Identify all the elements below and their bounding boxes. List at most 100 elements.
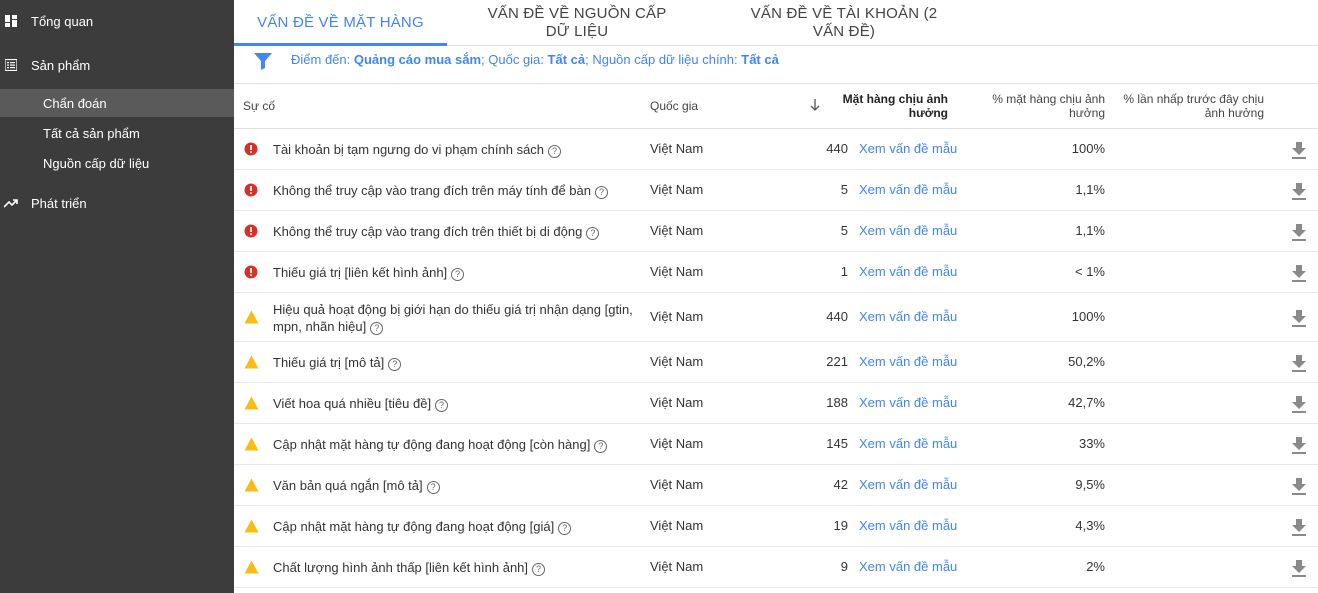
filter-feed-label: ; Nguồn cấp dữ liệu chính: xyxy=(585,52,738,67)
view-examples-link[interactable]: Xem vấn đề mẫu xyxy=(859,264,957,279)
issue-name: Tài khoản bị tạm ngưng do vi phạm chính … xyxy=(273,141,643,158)
issue-name: Viết hoa quá nhiều [tiêu đề]? xyxy=(273,395,643,412)
download-icon[interactable] xyxy=(1291,182,1307,200)
dashboard-icon xyxy=(4,14,18,28)
download-icon[interactable] xyxy=(1291,559,1307,577)
table-row[interactable]: Cập nhật mặt hàng tự động đang hoạt động… xyxy=(234,506,1318,547)
table-row[interactable]: Hiệu quả hoạt động bị giới hạn do thiếu … xyxy=(234,293,1318,342)
sidebar-item-diagnostics[interactable]: Chẩn đoán xyxy=(0,89,234,117)
view-examples-link[interactable]: Xem vấn đề mẫu xyxy=(859,141,957,156)
country-cell: Việt Nam xyxy=(650,354,704,369)
pct-affected: 33% xyxy=(1078,436,1105,451)
nav-item-overview[interactable]: Tổng quan xyxy=(0,12,234,30)
help-icon[interactable]: ? xyxy=(594,186,608,199)
issue-name: Cập nhật mặt hàng tự động đang hoạt động… xyxy=(273,436,643,453)
download-icon[interactable] xyxy=(1291,223,1307,241)
help-icon[interactable]: ? xyxy=(370,322,384,335)
download-icon[interactable] xyxy=(1291,518,1307,536)
download-icon[interactable] xyxy=(1291,264,1307,282)
download-icon[interactable] xyxy=(1291,141,1307,159)
table-row[interactable]: Chất lượng hình ảnh thấp [liên kết hình … xyxy=(234,547,1318,588)
warning-icon xyxy=(244,519,259,533)
issue-name: Cập nhật mặt hàng tự động đang hoạt động… xyxy=(273,518,643,535)
tab-item-issues[interactable]: VẤN ĐỀ VỀ MẶT HÀNG xyxy=(234,0,447,46)
issue-label: Chất lượng hình ảnh thấp [liên kết hình … xyxy=(273,560,529,575)
sidebar-item-all-products[interactable]: Tất cả sản phẩm xyxy=(0,119,234,147)
column-header-pct-affected[interactable]: % mặt hàng chịu ảnh hưởng xyxy=(984,92,1105,120)
column-header-country[interactable]: Quốc gia xyxy=(650,99,698,113)
help-icon[interactable]: ? xyxy=(426,481,440,494)
issue-label: Thiếu giá trị [liên kết hình ảnh] xyxy=(273,265,448,280)
view-examples-link[interactable]: Xem vấn đề mẫu xyxy=(859,559,957,574)
help-icon[interactable]: ? xyxy=(388,358,402,371)
filter-summary[interactable]: Điểm đến: Quảng cáo mua sắm; Quốc gia: T… xyxy=(291,52,779,67)
help-icon[interactable]: ? xyxy=(558,522,572,535)
table-row[interactable]: Thiếu giá trị [liên kết hình ảnh]? Việt N… xyxy=(234,252,1318,293)
view-examples-link[interactable]: Xem vấn đề mẫu xyxy=(859,354,957,369)
filter-icon[interactable] xyxy=(253,51,273,71)
list-icon xyxy=(4,58,18,72)
view-examples-link[interactable]: Xem vấn đề mẫu xyxy=(859,477,957,492)
view-examples-link[interactable]: Xem vấn đề mẫu xyxy=(859,395,957,410)
tab-feed-issues[interactable]: VẤN ĐỀ VỀ NGUỒN CẤP DỮ LIỆU xyxy=(477,0,677,46)
country-cell: Việt Nam xyxy=(650,436,704,451)
download-icon[interactable] xyxy=(1291,436,1307,454)
sidebar: Tổng quan Sản phẩm Chẩn đoán Tất cả sản … xyxy=(0,0,234,593)
country-cell: Việt Nam xyxy=(650,223,704,238)
help-icon[interactable]: ? xyxy=(532,563,546,576)
download-icon[interactable] xyxy=(1291,354,1307,372)
view-examples-link[interactable]: Xem vấn đề mẫu xyxy=(859,182,957,197)
pct-affected: 100% xyxy=(1071,309,1105,324)
filter-country-label: ; Quốc gia: xyxy=(481,52,544,67)
pct-affected: 2% xyxy=(1086,559,1105,574)
error-icon xyxy=(244,265,258,279)
help-icon[interactable]: ? xyxy=(451,268,465,281)
table-row[interactable]: Viết hoa quá nhiều [tiêu đề]? Việt Nam 188… xyxy=(234,383,1318,424)
view-examples-link[interactable]: Xem vấn đề mẫu xyxy=(859,518,957,533)
issue-label: Cập nhật mặt hàng tự động đang hoạt động… xyxy=(273,519,555,534)
pct-affected: 50,2% xyxy=(1068,354,1105,369)
help-icon[interactable]: ? xyxy=(548,145,562,158)
sidebar-item-feeds[interactable]: Nguồn cấp dữ liệu xyxy=(0,149,234,177)
filter-bar[interactable]: Điểm đến: Quảng cáo mua sắm; Quốc gia: T… xyxy=(234,46,1318,84)
download-icon[interactable] xyxy=(1291,477,1307,495)
view-examples-link[interactable]: Xem vấn đề mẫu xyxy=(859,223,957,238)
column-header-issue[interactable]: Sự cố xyxy=(243,99,275,113)
arrow-down-icon[interactable] xyxy=(809,98,821,112)
pct-affected: 42,7% xyxy=(1068,395,1105,410)
download-icon[interactable] xyxy=(1291,395,1307,413)
tab-account-issues[interactable]: VẤN ĐỀ VỀ TÀI KHOẢN (2 VẤN ĐỀ) xyxy=(734,0,954,46)
nav-item-products[interactable]: Sản phẩm xyxy=(0,56,234,74)
table-row[interactable]: Không thể truy cập vào trang đích trên t… xyxy=(234,211,1318,252)
table-row[interactable]: Văn bản quá ngắn [mô tả]? Việt Nam 42 Xem v… xyxy=(234,465,1318,506)
country-cell: Việt Nam xyxy=(650,264,704,279)
table-row[interactable]: Tài khoản bị tạm ngưng do vi phạm chính … xyxy=(234,129,1318,170)
column-header-pct-clicks[interactable]: % lần nhấp trước đây chịu ảnh hưởng xyxy=(1119,92,1264,120)
table-row[interactable]: Không thể truy cập vào trang đích trên m… xyxy=(234,170,1318,211)
warning-icon xyxy=(244,396,259,410)
help-icon[interactable]: ? xyxy=(435,399,449,412)
table-header: Sự cố Quốc gia Mặt hàng chịu ảnh hưởng %… xyxy=(234,84,1318,129)
nav-item-growth[interactable]: Phát triển xyxy=(0,194,234,212)
table-row[interactable]: Thiếu giá trị [mô tả]? Việt Nam 221 Xem vấn… xyxy=(234,342,1318,383)
trending-icon xyxy=(4,196,18,210)
pct-affected: 4,3% xyxy=(1075,518,1105,533)
affected-count: 9 xyxy=(840,559,848,574)
help-icon[interactable]: ? xyxy=(594,440,608,453)
issue-name: Hiệu quả hoạt động bị giới hạn do thiếu … xyxy=(273,301,643,335)
issue-label: Không thể truy cập vào trang đích trên m… xyxy=(273,183,591,198)
pct-affected: 100% xyxy=(1071,141,1105,156)
issue-name: Thiếu giá trị [liên kết hình ảnh]? xyxy=(273,264,643,281)
download-icon[interactable] xyxy=(1291,309,1307,327)
view-examples-link[interactable]: Xem vấn đề mẫu xyxy=(859,309,957,324)
pct-affected: < 1% xyxy=(1075,264,1105,279)
issue-label: Hiệu quả hoạt động bị giới hạn do thiếu … xyxy=(273,302,633,334)
sidebar-item-label: Nguồn cấp dữ liệu xyxy=(43,156,150,171)
nav-item-label: Tổng quan xyxy=(31,13,94,29)
help-icon[interactable]: ? xyxy=(586,227,600,240)
issue-label: Cập nhật mặt hàng tự động đang hoạt động… xyxy=(273,437,591,452)
table-row[interactable]: Cập nhật mặt hàng tự động đang hoạt động… xyxy=(234,424,1318,465)
country-cell: Việt Nam xyxy=(650,559,704,574)
view-examples-link[interactable]: Xem vấn đề mẫu xyxy=(859,436,957,451)
column-header-affected[interactable]: Mặt hàng chịu ảnh hưởng xyxy=(838,92,948,120)
